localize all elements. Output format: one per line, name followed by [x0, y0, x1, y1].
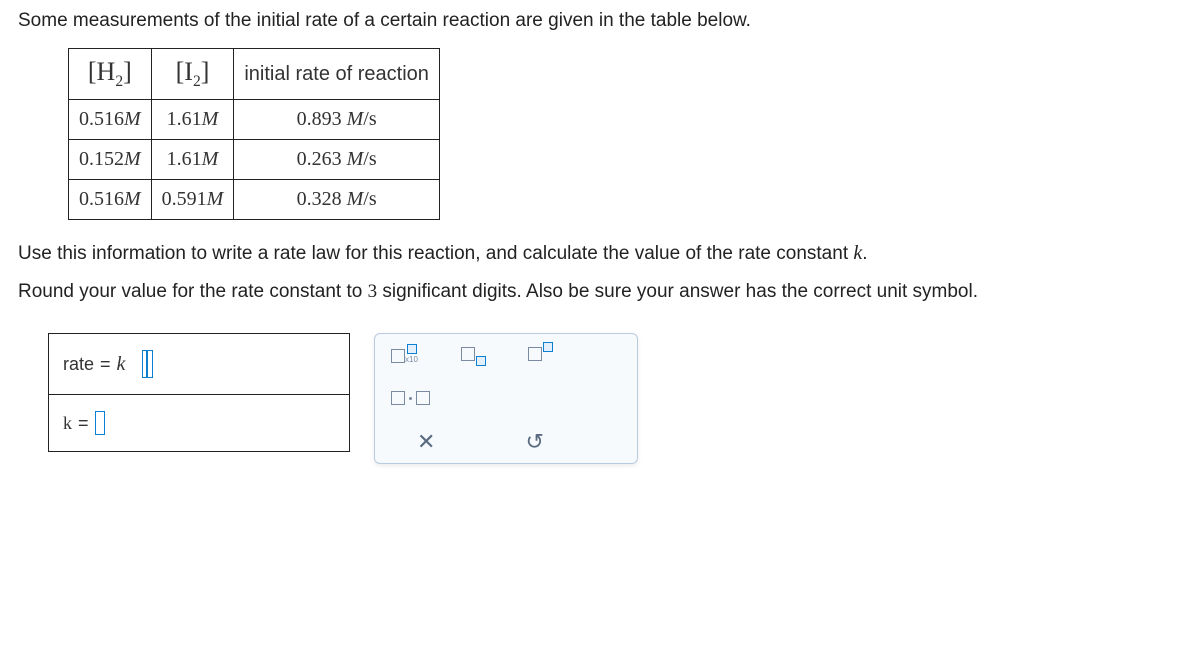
header-rate: initial rate of reaction: [234, 49, 440, 100]
subscript-button[interactable]: [461, 347, 486, 361]
k-input-row[interactable]: k =: [49, 395, 349, 451]
instruction-2: Round your value for the rate constant t…: [18, 281, 1182, 303]
k-symbol: k: [117, 353, 126, 376]
rate-input-row[interactable]: rate = k: [49, 334, 349, 395]
table-row: 0.152M 1.61M 0.263 M/s: [69, 140, 440, 180]
clear-button[interactable]: ✕: [417, 431, 435, 453]
symbol-palette: x10 ✕ ↺: [374, 333, 638, 464]
scientific-notation-button[interactable]: x10: [391, 344, 419, 363]
instruction-1: Use this information to write a rate law…: [18, 242, 1182, 265]
intro-text: Some measurements of the initial rate of…: [18, 10, 1182, 32]
superscript-button[interactable]: [528, 347, 553, 361]
answer-box: rate = k k =: [48, 333, 350, 452]
k-label: k: [63, 413, 72, 434]
table-row: 0.516M 0.591M 0.328 M/s: [69, 180, 440, 220]
rate-data-table: [H2] [I2] initial rate of reaction 0.516…: [68, 48, 440, 220]
k-value-input[interactable]: [95, 411, 105, 435]
table-row: 0.516M 1.61M 0.893 M/s: [69, 100, 440, 140]
table-header-row: [H2] [I2] initial rate of reaction: [69, 49, 440, 100]
rate-expression-input[interactable]: [142, 350, 153, 378]
header-i2: [I2]: [151, 49, 234, 100]
header-h2: [H2]: [69, 49, 152, 100]
multiply-button[interactable]: [391, 391, 430, 405]
rate-label: rate: [63, 354, 94, 375]
reset-button[interactable]: ↺: [525, 431, 543, 453]
